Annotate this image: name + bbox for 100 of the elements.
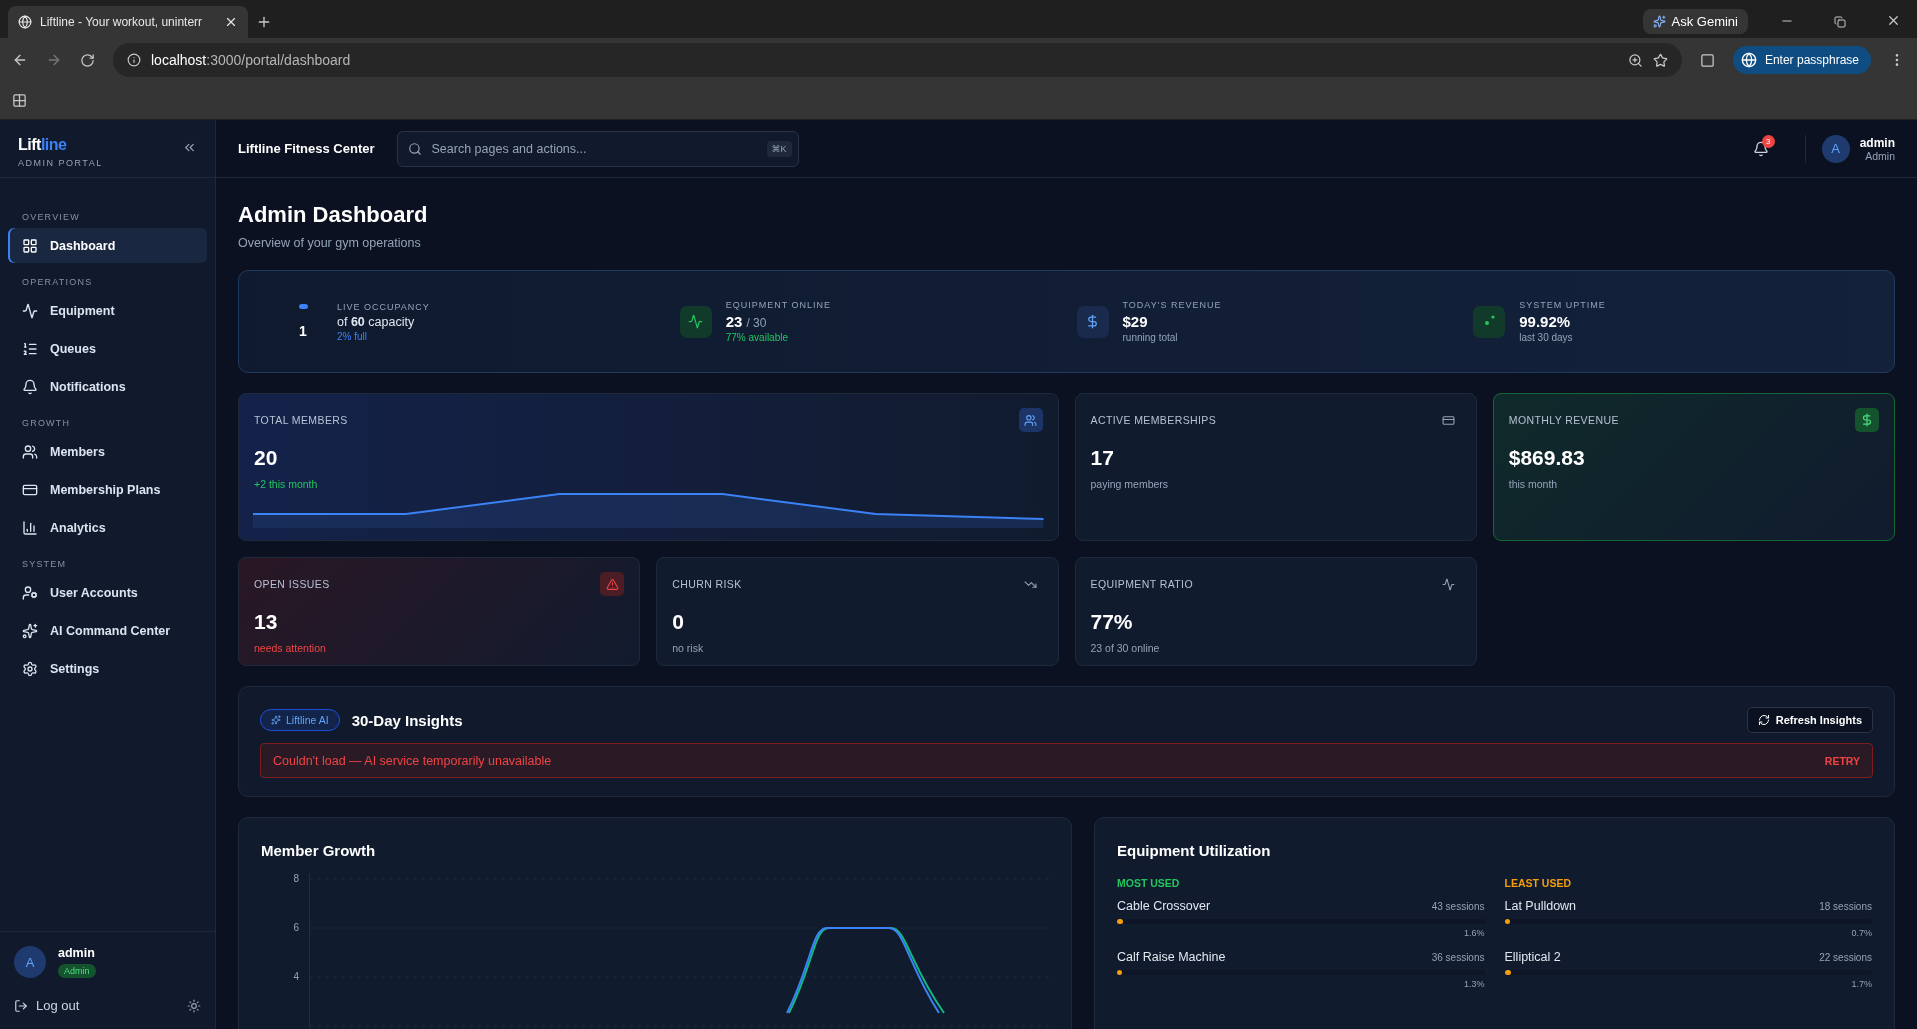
reload-icon[interactable] (80, 52, 95, 68)
stat-value: $29 (1122, 313, 1148, 330)
section-label: OVERVIEW (21, 212, 81, 222)
nav-item[interactable]: Dashboard (8, 228, 207, 263)
nav-item[interactable]: Queues (8, 331, 207, 366)
nav-item[interactable]: Analytics (8, 510, 207, 545)
axis-tick: 8 (293, 873, 299, 885)
nav-item[interactable]: Members (8, 434, 207, 469)
new-tab-icon[interactable] (256, 14, 272, 30)
people-icon (1018, 408, 1043, 432)
page-subtitle: Overview of your gym operations (238, 236, 422, 250)
error-message: Couldn't load — AI service temporarily unavailable (273, 753, 552, 768)
address-bar[interactable]: localhost:3000/portal/dashboard (113, 43, 1682, 77)
globe-icon (18, 15, 32, 29)
refresh-button[interactable]: Refresh Insights (1746, 707, 1873, 733)
card-caption: +2 this month (254, 478, 319, 490)
bell-icon (22, 378, 38, 395)
notification-count: 3 (1761, 134, 1775, 148)
sparkle-icon (1652, 15, 1666, 28)
card-label: TOTAL MEMBERS (254, 414, 348, 426)
section-label: OPERATIONS (21, 277, 94, 287)
equipment-name: Lat Pulldown (1504, 899, 1577, 913)
equipment-name: Cable Crossover (1117, 899, 1211, 913)
star-icon[interactable] (1652, 52, 1668, 68)
card-caption: needs attention (254, 642, 327, 654)
stat-caption: running total (1122, 332, 1179, 343)
pulse-icon (22, 302, 38, 319)
card-title: Member Growth (261, 842, 377, 859)
card-label: MONTHLY REVENUE (1508, 414, 1619, 426)
card-value: $869.83 (1508, 446, 1586, 470)
occupancy-count: 1 (299, 323, 307, 339)
nav-item[interactable]: Equipment (8, 293, 207, 328)
stat-value: 99.92% (1519, 313, 1571, 330)
card-value: 13 (254, 610, 279, 634)
stat-label: LIVE OCCUPANCY (337, 301, 430, 312)
card-caption: paying members (1090, 478, 1170, 490)
session-count: 22 sessions (1819, 952, 1872, 963)
back-icon[interactable] (12, 52, 28, 68)
session-count: 43 sessions (1431, 901, 1485, 912)
profile-button[interactable]: Enter passphrase (1732, 46, 1871, 74)
sparkle-icon (271, 715, 281, 725)
card-title: Equipment Utilization (1117, 842, 1272, 859)
dollar-icon (1855, 408, 1879, 432)
stat-label: TODAY'S REVENUE (1122, 300, 1222, 310)
people-icon (22, 443, 38, 460)
equipment-name: Elliptical 2 (1504, 950, 1561, 964)
card-value: 20 (254, 446, 279, 470)
settings-icon (22, 660, 38, 677)
occupancy-pill (298, 304, 308, 309)
logo: Liftline (18, 136, 68, 154)
sun-icon[interactable] (187, 998, 201, 1013)
search-bar[interactable]: Search pages and actions... ⌘K (396, 130, 799, 167)
list-icon (22, 340, 38, 357)
group-heading: MOST USED (1117, 877, 1181, 889)
card-caption: 23 of 30 online (1090, 642, 1161, 654)
card-value: 0 (672, 610, 685, 634)
usage-percent: 1.6% (1463, 928, 1485, 938)
globe-icon (1740, 52, 1757, 68)
stat-value: of 60 capacity (337, 314, 416, 329)
shortcut-hint: ⌘K (766, 140, 792, 157)
nav-item[interactable]: User Accounts (8, 575, 207, 610)
close-icon[interactable] (224, 15, 238, 29)
nav-item[interactable]: Notifications (8, 369, 207, 404)
nav-item[interactable]: Membership Plans (8, 472, 207, 507)
panel-title: 30-Day Insights (351, 711, 463, 729)
stat-caption: 77% available (725, 332, 789, 343)
apps-icon[interactable] (12, 93, 27, 108)
dollar-icon (1076, 305, 1109, 338)
grid-icon (22, 237, 38, 254)
card-label: EQUIPMENT RATIO (1090, 578, 1193, 590)
section-label: SYSTEM (21, 559, 68, 569)
nav-item[interactable]: AI Command Center (8, 613, 207, 648)
role-badge: Admin (58, 964, 96, 978)
logout-icon (14, 998, 28, 1013)
search-icon (407, 141, 422, 156)
logout-link[interactable]: Log out (14, 998, 80, 1013)
card-label: ACTIVE MEMBERSHIPS (1090, 414, 1217, 426)
gemini-button[interactable]: Ask Gemini (1642, 9, 1748, 34)
card-value: 77% (1090, 610, 1134, 634)
stat-caption: last 30 days (1519, 332, 1574, 343)
nav-item[interactable]: Settings (8, 651, 207, 686)
user-gear-icon (22, 584, 38, 601)
card-caption: no risk (672, 642, 705, 654)
retry-link[interactable]: RETRY (1824, 754, 1860, 767)
zoom-icon[interactable] (1627, 52, 1643, 68)
bar-chart-icon (22, 519, 38, 536)
forward-icon[interactable] (46, 52, 62, 68)
warning-icon (600, 572, 625, 596)
restore-icon[interactable] (1834, 16, 1846, 28)
browser-tab[interactable]: Liftline - Your workout, uninterr (8, 6, 248, 38)
stat-label: EQUIPMENT ONLINE (725, 300, 832, 310)
card-label: CHURN RISK (672, 578, 742, 590)
page-title: Admin Dashboard (238, 202, 429, 228)
close-icon[interactable] (1886, 13, 1901, 28)
search-field[interactable]: Search pages and actions... (429, 140, 759, 157)
bell-icon[interactable] (1752, 140, 1769, 157)
card-value: 17 (1090, 446, 1115, 470)
refresh-icon (1757, 714, 1770, 726)
pulse-icon (1442, 577, 1456, 591)
equipment-name: Calf Raise Machine (1117, 950, 1226, 964)
